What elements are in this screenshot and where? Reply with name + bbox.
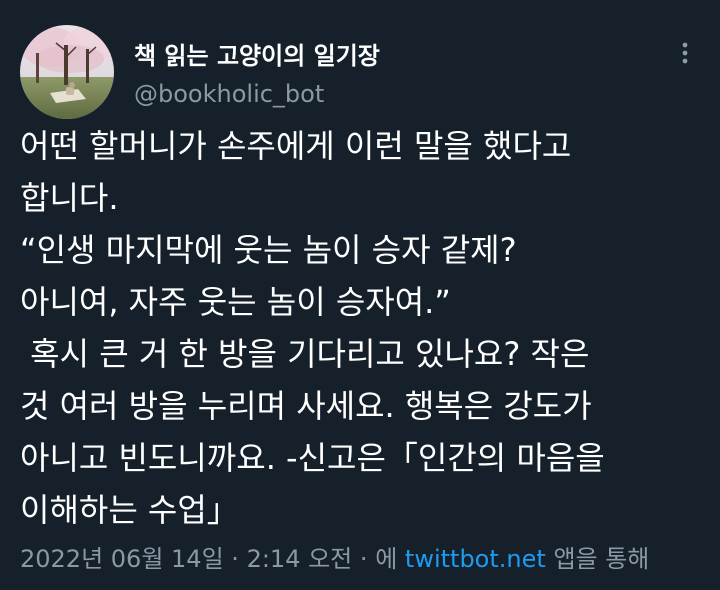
tweet-text-line: 것 여러 방을 누리며 사세요. 행복은 강도가 — [20, 387, 592, 425]
tweet-text-line: 아니고 빈도니까요. -신고은「인간의 마음을 — [20, 439, 605, 477]
author-handle[interactable]: @bookholic_bot — [134, 80, 324, 108]
avatar[interactable] — [20, 25, 114, 119]
tweet-date[interactable]: 2022년 06월 14일 — [20, 545, 224, 573]
separator: · — [231, 545, 239, 573]
separator: · — [359, 545, 368, 573]
tweet-text-line: 아니여, 자주 웃는 놈이 승자여.” — [20, 283, 451, 321]
tweet-time[interactable]: 2:14 오전 — [247, 545, 353, 573]
via-prefix: 에 — [375, 545, 398, 573]
tweet-text-line: 합니다. — [20, 179, 119, 217]
tweet-text-line: 이해하는 수업」 — [20, 491, 239, 529]
via-suffix: 앱을 통해 — [553, 545, 650, 573]
source-link[interactable]: twittbot.net — [405, 545, 546, 573]
tweet-text-line: “인생 마지막에 웃는 놈이 승자 같제? — [20, 231, 517, 269]
tweet-card: 책 읽는 고양이의 일기장 @bookholic_bot 어떤 할머니가 손주에… — [0, 0, 720, 590]
tweet-text-line: 혹시 큰 거 한 방을 기다리고 있나요? 작은 — [20, 335, 590, 373]
avatar-image — [20, 25, 114, 119]
more-horizontal-icon[interactable] — [670, 38, 700, 68]
tweet-text: 어떤 할머니가 손주에게 이런 말을 했다고 합니다. “인생 마지막에 웃는 … — [20, 120, 710, 536]
tweet-meta: 2022년 06월 14일 · 2:14 오전 · 에 twittbot.net… — [20, 539, 649, 574]
author-name[interactable]: 책 읽는 고양이의 일기장 — [134, 36, 380, 71]
tweet-text-line: 어떤 할머니가 손주에게 이런 말을 했다고 — [20, 127, 572, 165]
